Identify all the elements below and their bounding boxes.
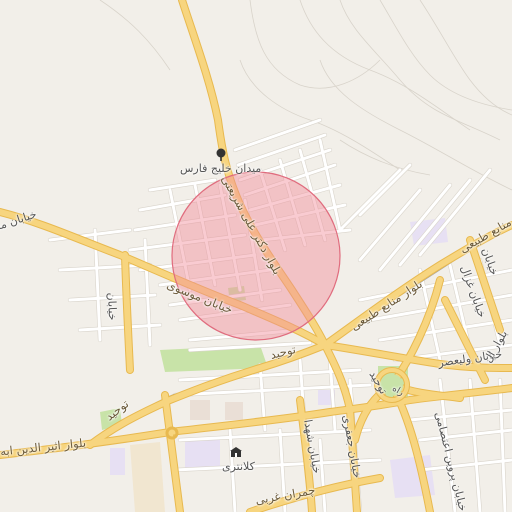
tree-icon[interactable] bbox=[214, 148, 228, 162]
terrain-contours bbox=[99, 0, 512, 191]
label-street-left-vertical[interactable]: خیابان bbox=[105, 292, 119, 320]
map-view[interactable]: میدان خلیج فارس بلوار دکتر علی شریعتی خی… bbox=[0, 0, 512, 512]
label-square-khalij-fars[interactable]: میدان خلیج فارس bbox=[180, 162, 261, 175]
label-kalantari[interactable]: کلانتری bbox=[222, 460, 255, 473]
highlight-radius-circle[interactable] bbox=[171, 171, 341, 341]
police-station-icon[interactable] bbox=[229, 445, 243, 459]
map-canvas[interactable] bbox=[0, 0, 512, 512]
